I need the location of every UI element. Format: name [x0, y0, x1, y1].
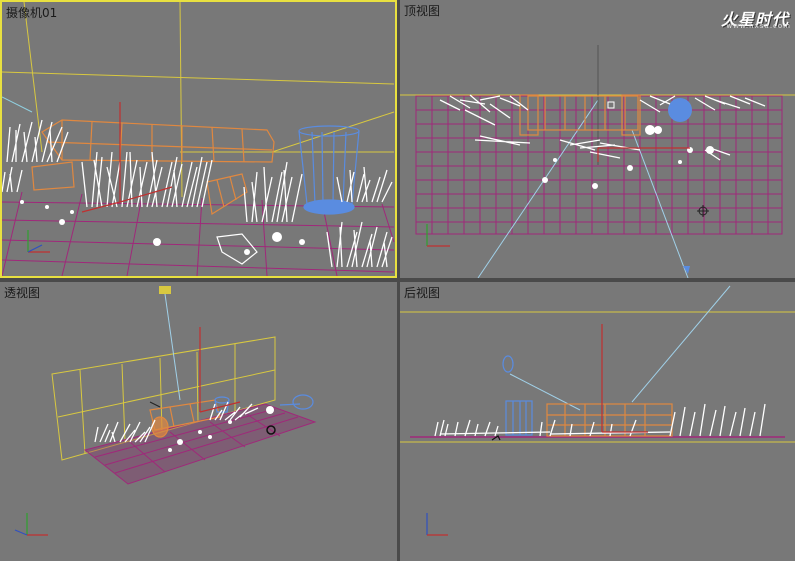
grass-top — [439, 94, 766, 161]
target-icon — [697, 205, 709, 217]
bench-top-wireframe — [519, 94, 641, 136]
top-gizmo-icon — [597, 147, 690, 162]
camera-target-icon — [607, 101, 615, 109]
viewport-label-perspective[interactable]: 透视图 — [4, 284, 40, 301]
watermark-url: www.hxsd.com — [726, 22, 791, 30]
bucket-back-wireframe — [505, 400, 533, 436]
back-view-canvas — [400, 285, 795, 536]
corner-axis-icon — [426, 224, 450, 247]
top-view-canvas — [400, 45, 795, 278]
corner-axis-icon — [426, 513, 448, 536]
viewport-camera[interactable]: 摄像机01 — [0, 0, 397, 278]
corner-axis-icon — [14, 513, 48, 536]
perspective-canvas — [14, 286, 317, 536]
viewport-top[interactable]: 顶视图 火星时代 www.hxsd.com — [400, 0, 795, 278]
grass-back — [434, 403, 766, 437]
camera-view-canvas — [2, 2, 395, 276]
viewport-label-top[interactable]: 顶视图 — [404, 2, 440, 19]
light-icon — [159, 286, 171, 294]
axis-gizmo-icon — [199, 327, 241, 413]
viewport-layout: 摄像机01 顶视图 火星时代 www.hxsd.com 透视图 后视图 — [0, 0, 795, 561]
bench-back-wireframe — [546, 403, 673, 437]
viewport-perspective[interactable]: 透视图 — [0, 282, 397, 561]
viewport-label-camera[interactable]: 摄像机01 — [6, 4, 57, 21]
viewport-label-back[interactable]: 后视图 — [404, 284, 440, 301]
viewport-back[interactable]: 后视图 — [400, 282, 795, 561]
light-icon — [502, 355, 514, 373]
